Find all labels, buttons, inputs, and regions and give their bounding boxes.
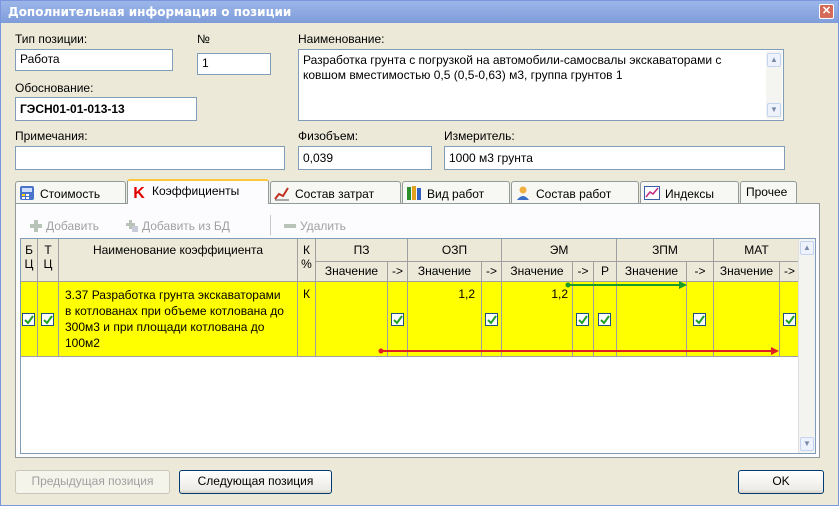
tab-coefficients[interactable]: K Коэффициенты xyxy=(127,179,269,204)
prev-position-button[interactable]: Предыдущая позиция xyxy=(15,470,170,494)
tab-other-label: Прочее xyxy=(746,185,788,199)
green-arrow-start xyxy=(565,282,571,288)
name-memo[interactable]: Разработка грунта с погрузкой на автомоб… xyxy=(298,49,784,121)
next-position-button[interactable]: Следующая позиция xyxy=(179,470,332,494)
toolbar-separator xyxy=(270,215,271,235)
coefficients-table[interactable]: Б Ц Т Ц Наименование коэффициента К % ПЗ… xyxy=(20,238,816,454)
add-button-label: Добавить xyxy=(46,219,100,233)
volume-label: Физобъем: xyxy=(298,129,359,143)
table-scroll-down-icon[interactable]: ▼ xyxy=(800,437,814,451)
table-scrollbar[interactable]: ▲ ▼ xyxy=(798,239,815,453)
volume-field[interactable]: 0,039 xyxy=(298,146,432,170)
graph-icon xyxy=(644,185,660,201)
tab-cost-composition-label: Состав затрат xyxy=(295,187,375,201)
basis-label: Обоснование: xyxy=(15,81,94,95)
name-memo-text: Разработка грунта с погрузкой на автомоб… xyxy=(303,53,722,82)
ok-button[interactable]: OK xyxy=(738,470,824,494)
name-scrollbar[interactable]: ▲ ▼ xyxy=(766,51,782,119)
calculator-icon xyxy=(19,185,35,201)
tab-cost-composition[interactable]: Состав затрат xyxy=(270,181,401,203)
scroll-up-icon[interactable]: ▲ xyxy=(767,53,781,67)
tab-cost[interactable]: Стоимость xyxy=(15,181,126,203)
tab-coefficients-label: Коэффициенты xyxy=(152,184,240,198)
minus-icon xyxy=(283,219,297,233)
tab-other[interactable]: Прочее xyxy=(740,181,797,203)
table-scroll-up-icon[interactable]: ▲ xyxy=(800,241,814,255)
red-arrow-start xyxy=(378,348,384,354)
tab-indexes[interactable]: Индексы xyxy=(640,181,739,203)
tab-work-type-label: Вид работ xyxy=(427,187,485,201)
books-icon xyxy=(406,185,422,201)
close-button[interactable]: ✕ xyxy=(819,4,834,19)
green-arrow-head xyxy=(679,281,687,289)
tab-work-composition[interactable]: Состав работ xyxy=(511,181,639,203)
plus-icon xyxy=(29,219,43,233)
basis-field[interactable]: ГЭСН01-01-013-13 xyxy=(15,97,197,121)
add-from-db-button-label: Добавить из БД xyxy=(142,219,230,233)
k-letter-icon: K xyxy=(133,185,145,202)
unit-label: Измеритель: xyxy=(444,129,515,143)
name-label: Наименование: xyxy=(298,32,385,46)
add-button[interactable]: Добавить xyxy=(29,219,99,233)
delete-button-label: Удалить xyxy=(300,219,346,233)
scroll-down-icon[interactable]: ▼ xyxy=(767,103,781,117)
tab-work-type[interactable]: Вид работ xyxy=(402,181,510,203)
delete-button[interactable]: Удалить xyxy=(283,219,346,233)
annotation-arrows xyxy=(378,281,779,355)
window-title: Дополнительная информация о позиции xyxy=(8,5,292,19)
type-label: Тип позиции: xyxy=(15,32,88,46)
database-plus-icon xyxy=(125,219,139,233)
title-bar[interactable]: Дополнительная информация о позиции ✕ xyxy=(1,1,838,23)
tab-cost-label: Стоимость xyxy=(40,187,101,201)
tab-indexes-label: Индексы xyxy=(665,187,714,201)
notes-field[interactable] xyxy=(15,146,285,170)
position-info-dialog: Дополнительная информация о позиции ✕ Ти… xyxy=(0,0,839,506)
red-arrow-head xyxy=(771,347,779,355)
tab-work-composition-label: Состав работ xyxy=(536,187,612,201)
type-field[interactable]: Работа xyxy=(15,49,173,71)
notes-label: Примечания: xyxy=(15,129,88,143)
number-label: № xyxy=(197,32,210,46)
person-icon xyxy=(515,185,531,201)
number-field[interactable]: 1 xyxy=(197,53,271,75)
chart-pen-icon xyxy=(274,185,290,201)
add-from-db-button[interactable]: Добавить из БД xyxy=(125,219,230,233)
unit-field[interactable]: 1000 м3 грунта xyxy=(444,146,785,170)
